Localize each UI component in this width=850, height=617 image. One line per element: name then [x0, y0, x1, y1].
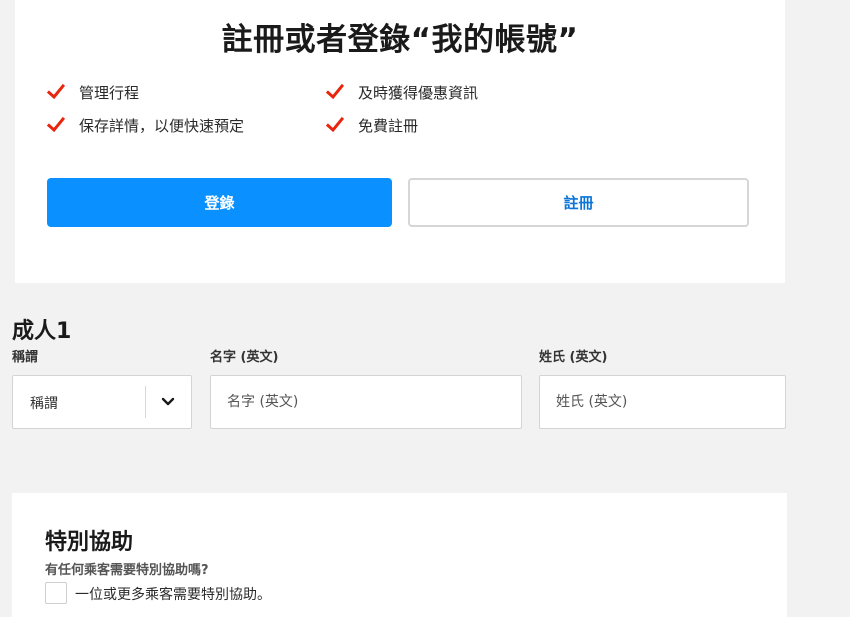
signin-card: 註冊或者登錄“我的帳號” 管理行程 保存詳情，以便快速預定 及時獲得優惠資訊 免…	[15, 0, 785, 283]
benefit-label: 保存詳情，以便快速預定	[79, 116, 245, 135]
check-icon	[326, 83, 344, 100]
passenger-heading: 成人1	[12, 319, 72, 344]
register-button[interactable]: 註冊	[408, 178, 749, 227]
special-assistance-card: 特別協助 有任何乘客需要特別協助嗎? 一位或更多乘客需要特別協助。	[12, 493, 787, 617]
select-divider	[145, 386, 146, 418]
first-name-input[interactable]	[210, 375, 522, 429]
page: 註冊或者登錄“我的帳號” 管理行程 保存詳情，以便快速預定 及時獲得優惠資訊 免…	[0, 0, 850, 617]
check-icon	[47, 83, 65, 100]
signin-title: 註冊或者登錄“我的帳號”	[221, 22, 579, 58]
special-assistance-question: 有任何乘客需要特別協助嗎?	[45, 563, 209, 578]
benefit-item: 及時獲得優惠資訊	[326, 80, 478, 104]
benefit-item: 管理行程	[47, 80, 139, 104]
title-field-label: 稱謂	[12, 350, 39, 365]
title-select-value: 稱謂	[30, 396, 58, 412]
benefit-label: 免費註冊	[358, 116, 419, 135]
title-select[interactable]: 稱謂	[12, 375, 192, 429]
last-name-label: 姓氏 (英文)	[539, 350, 608, 365]
benefit-item: 保存詳情，以便快速預定	[47, 113, 244, 137]
check-icon	[47, 116, 65, 133]
last-name-input[interactable]	[539, 375, 786, 429]
special-assistance-checkbox-label[interactable]: 一位或更多乘客需要特別協助。	[75, 584, 271, 604]
chevron-down-icon[interactable]	[161, 396, 175, 408]
special-assistance-heading: 特別協助	[45, 530, 134, 555]
benefit-item: 免費註冊	[326, 113, 418, 137]
check-icon	[326, 116, 344, 133]
benefit-label: 及時獲得優惠資訊	[358, 83, 479, 102]
benefit-label: 管理行程	[79, 83, 140, 102]
login-button[interactable]: 登錄	[47, 178, 392, 227]
first-name-label: 名字 (英文)	[210, 350, 279, 365]
special-assistance-checkbox[interactable]	[45, 582, 67, 604]
